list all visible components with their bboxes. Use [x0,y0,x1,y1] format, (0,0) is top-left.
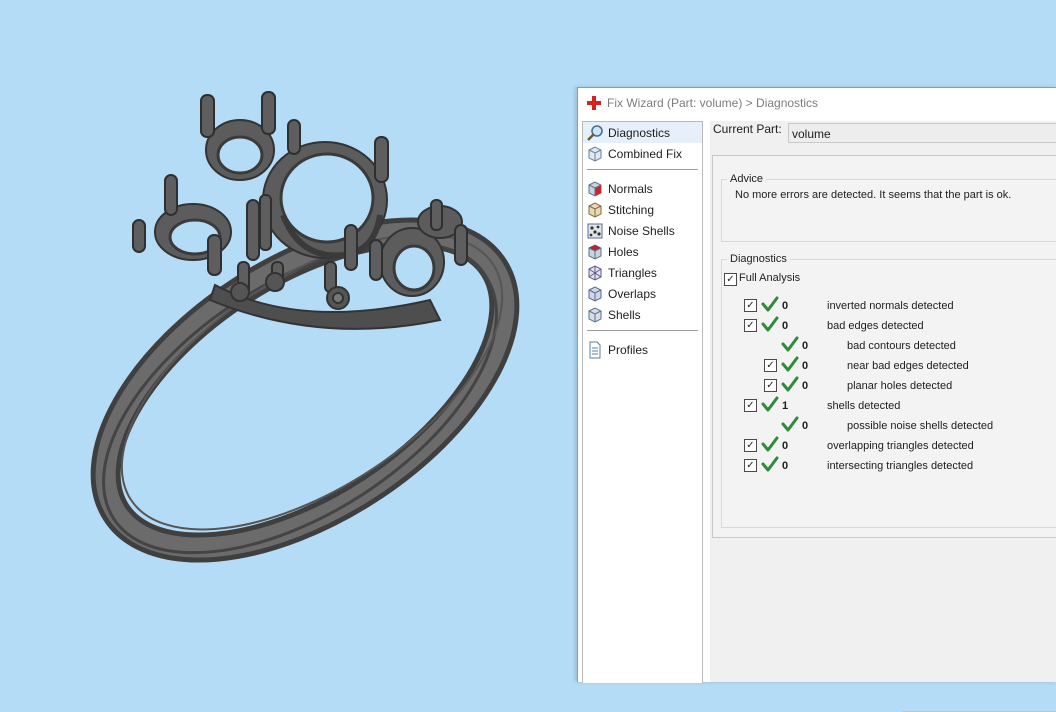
diagnostic-label: bad edges detected [827,320,924,332]
diagnostic-label: inverted normals detected [827,300,954,312]
nav-separator [587,330,698,331]
green-check-icon [761,456,779,472]
green-check-icon [781,376,799,392]
nav-item-triangles[interactable]: Triangles [583,262,702,283]
document-icon [589,341,601,358]
diagnostic-count: 0 [802,380,809,392]
normals-cube-icon [588,180,602,197]
diagnostic-checkbox[interactable]: ✓ [744,299,757,312]
diagnostic-count: 0 [782,320,789,332]
shells-cube-icon [588,306,602,323]
nav-label: Normals [608,181,653,196]
advice-title: Advice [730,173,764,185]
diagnostic-label: bad contours detected [847,340,956,352]
window-titlebar[interactable]: Fix Wizard (Part: volume) > Diagnostics [578,88,1056,118]
nav-label: Combined Fix [608,146,683,161]
nav-separator [587,169,698,170]
nav-item-overlaps[interactable]: Overlaps [583,283,702,304]
ring-3d-model[interactable] [0,0,580,681]
green-check-icon [781,356,799,372]
diagnostic-label: intersecting triangles detected [827,460,974,472]
diagnostics-panel: Advice No more errors are detected. It s… [712,155,1056,538]
magnifier-icon [587,124,603,141]
nav-item-shells[interactable]: Shells [583,304,702,325]
green-check-icon [761,436,779,452]
nav-label: Shells [608,307,641,322]
green-check-icon [781,416,799,432]
green-check-icon [781,336,799,352]
triangles-icon [588,264,602,281]
diagnostics-title: Diagnostics [730,253,787,265]
nav-label: Noise Shells [608,223,675,238]
diagnostic-label: planar holes detected [847,380,953,392]
diagnostic-checkbox[interactable]: ✓ [744,399,757,412]
nav-item-diagnostics[interactable]: Diagnostics [583,122,702,143]
full-analysis-label: Full Analysis [739,272,801,284]
diagnostic-label: overlapping triangles detected [827,440,974,452]
nav-label: Profiles [608,342,649,357]
current-part-field[interactable]: volume [788,123,1056,143]
diagnostic-checkbox[interactable]: ✓ [764,379,777,392]
full-analysis-checkbox[interactable]: ✓ [724,273,737,286]
diagnostics-group: Diagnostics ✓ Full Analysis ✓ 0 inverted n… [721,253,1056,528]
nav-item-profiles[interactable]: Profiles [583,339,702,360]
nav-item-stitching[interactable]: Stitching [583,199,702,220]
overlaps-cube-icon [588,285,602,302]
advice-text: No more errors are detected. It seems th… [735,189,1012,201]
diagnostic-count: 0 [802,360,809,372]
nav-label: Overlaps [608,286,657,301]
green-check-icon [761,316,779,332]
stitching-cube-icon [588,201,602,218]
diagnostic-label: possible noise shells detected [847,420,994,432]
red-cross-icon [587,96,601,110]
nav-label: Stitching [608,202,655,217]
nav-label: Triangles [608,265,657,280]
diagnostic-count: 0 [782,460,789,472]
diagnostic-count: 0 [802,420,809,432]
wizard-content: Current Part: volume Advice No more erro… [710,121,1056,712]
diagnostic-checkbox[interactable]: ✓ [764,359,777,372]
nav-item-noise-shells[interactable]: Noise Shells [583,220,702,241]
current-part-label: Current Part: [713,122,782,136]
nav-item-normals[interactable]: Normals [583,178,702,199]
diagnostic-label: near bad edges detected [847,360,969,372]
nav-item-holes[interactable]: Holes [583,241,702,262]
diagnostic-count: 0 [802,340,809,352]
holes-cube-icon [588,243,602,260]
diagnostic-count: 0 [782,440,789,452]
diagnostic-checkbox[interactable]: ✓ [744,319,757,332]
green-check-icon [761,396,779,412]
diagnostic-checkbox[interactable]: ✓ [744,439,757,452]
ring-settings [132,91,468,330]
diagnostic-checkbox[interactable]: ✓ [744,459,757,472]
noise-shells-icon [587,223,603,238]
diagnostic-count: 0 [782,300,789,312]
nav-item-combined-fix[interactable]: Combined Fix [583,143,702,164]
cube-icon [588,145,602,162]
nav-label: Holes [608,244,639,259]
nav-label: Diagnostics [608,125,671,140]
fix-wizard-window: Fix Wizard (Part: volume) > Diagnostics … [577,87,1056,712]
diagnostic-count: 1 [782,400,789,412]
green-check-icon [761,296,779,312]
advice-group: Advice No more errors are detected. It s… [721,173,1056,242]
wizard-nav: Diagnostics Combined Fix Normals Stitchi… [582,121,703,683]
diagnostic-label: shells detected [827,400,901,412]
window-title: Fix Wizard (Part: volume) > Diagnostics [607,96,819,110]
